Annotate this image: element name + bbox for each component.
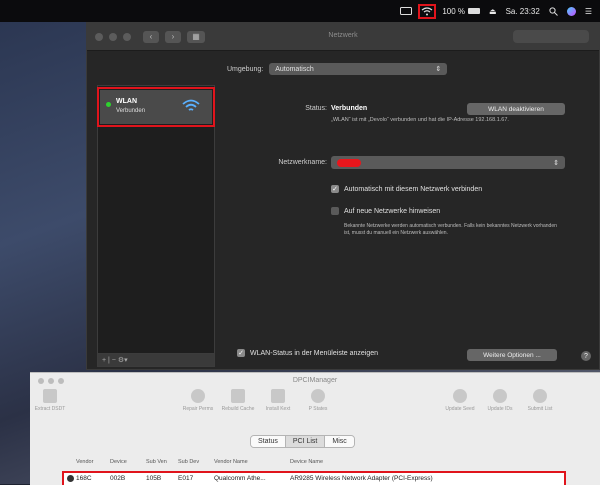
ask-new-networks-checkbox[interactable] bbox=[331, 207, 339, 215]
redacted-network-name bbox=[337, 158, 361, 167]
network-name-label: Netzwerkname: bbox=[278, 159, 327, 166]
battery-icon bbox=[468, 8, 481, 14]
back-button[interactable]: ‹ bbox=[143, 30, 159, 43]
service-status: Verbunden bbox=[116, 108, 146, 114]
column-header[interactable]: Vendor Name bbox=[214, 459, 248, 465]
table-cell: Qualcomm Athe... bbox=[214, 475, 266, 482]
auto-connect-row[interactable]: ✓ Automatisch mit diesem Netzwerk verbin… bbox=[331, 185, 482, 193]
tab-pci-list[interactable]: PCI List bbox=[285, 436, 326, 447]
ask-new-networks-label: Auf neue Netzwerke hinweisen bbox=[344, 207, 441, 215]
status-value: Verbunden bbox=[331, 105, 368, 112]
status-description: „WLAN“ ist mit „Devolo“ verbunden und ha… bbox=[331, 117, 509, 123]
repair-perms-button[interactable]: Repair Perms bbox=[178, 389, 218, 412]
column-header[interactable]: Sub Ven bbox=[146, 459, 167, 465]
tab-bar: Status PCI List Misc bbox=[250, 435, 355, 448]
clock[interactable]: Sa. 23:32 bbox=[506, 7, 540, 16]
select-arrows-icon: ⇕ bbox=[435, 66, 442, 73]
network-name-select[interactable]: ⇕ bbox=[331, 156, 565, 169]
column-header[interactable]: Vendor bbox=[76, 459, 93, 465]
zoom-button[interactable] bbox=[123, 32, 131, 41]
tool-label: Submit List bbox=[527, 406, 553, 412]
network-preferences-window: ‹ › ▦ Netzwerk Umgebung: Automatisch ⇕ W… bbox=[86, 22, 600, 370]
location-row: Umgebung: Automatisch ⇕ bbox=[227, 63, 448, 75]
dpc-window-title: DPCIManager bbox=[292, 377, 338, 384]
wifi-icon bbox=[182, 99, 200, 111]
service-item-wlan[interactable]: WLAN Verbunden bbox=[97, 87, 215, 127]
tool-label: Update Seed bbox=[445, 406, 475, 412]
menu-bar: 100 % ⏏ Sa. 23:32 ☰ bbox=[0, 0, 600, 22]
battery-status[interactable]: 100 % bbox=[442, 6, 481, 16]
siri-icon[interactable] bbox=[566, 6, 576, 16]
battery-percent: 100 % bbox=[442, 6, 466, 16]
extract-dsdt-button[interactable]: Extract DSDT bbox=[30, 389, 70, 412]
display-icon[interactable] bbox=[400, 6, 413, 16]
tool-label: Install Kext bbox=[265, 406, 291, 412]
tool-label: Repair Perms bbox=[182, 406, 214, 412]
location-select[interactable]: Automatisch ⇕ bbox=[269, 63, 448, 75]
table-cell: 002B bbox=[110, 475, 126, 482]
close-button[interactable] bbox=[95, 32, 103, 41]
table-header: Vendor Device Sub Ven Sub Dev Vendor Nam… bbox=[64, 459, 564, 469]
ask-new-networks-row[interactable]: Auf neue Netzwerke hinweisen bbox=[331, 207, 440, 215]
eject-icon[interactable]: ⏏ bbox=[489, 7, 497, 16]
auto-connect-checkbox[interactable]: ✓ bbox=[331, 185, 339, 193]
wlan-deactivate-button[interactable]: WLAN deaktivieren bbox=[467, 103, 565, 115]
tool-label: P States bbox=[308, 406, 328, 412]
kext-icon bbox=[271, 389, 285, 403]
wifi-menu-icon[interactable] bbox=[418, 3, 437, 19]
location-value: Automatisch bbox=[275, 65, 314, 73]
spotlight-search-icon[interactable] bbox=[549, 6, 558, 16]
table-cell: 168C bbox=[76, 475, 92, 482]
service-name: WLAN bbox=[116, 98, 137, 105]
dpcimanager-window: DPCIManager Extract DSDT Repair Perms Re… bbox=[30, 372, 600, 485]
forward-button[interactable]: › bbox=[165, 30, 181, 43]
globe-icon bbox=[493, 389, 507, 403]
table-cell: AR9285 Wireless Network Adapter (PCI-Exp… bbox=[290, 475, 433, 482]
auto-connect-label: Automatisch mit diesem Netzwerk verbinde… bbox=[344, 185, 483, 193]
column-header[interactable]: Device bbox=[110, 459, 127, 465]
location-label: Umgebung: bbox=[227, 65, 264, 73]
tool-label: Update IDs bbox=[487, 406, 513, 412]
table-cell: E017 bbox=[178, 475, 194, 482]
globe-icon bbox=[453, 389, 467, 403]
tool-label: Extract DSDT bbox=[34, 406, 66, 412]
notification-center-icon[interactable]: ☰ bbox=[585, 7, 592, 16]
update-seed-button[interactable]: Update Seed bbox=[440, 389, 480, 412]
update-ids-button[interactable]: Update IDs bbox=[480, 389, 520, 412]
show-in-menubar-label: WLAN-Status in der Menüleiste anzeigen bbox=[250, 349, 379, 357]
column-header[interactable]: Sub Dev bbox=[178, 459, 199, 465]
rebuild-cache-button[interactable]: Rebuild Cache bbox=[218, 389, 258, 412]
table-row[interactable]: 168C 002B 105B E017 Qualcomm Athe... AR9… bbox=[62, 471, 566, 485]
tool-label: Rebuild Cache bbox=[221, 406, 255, 412]
gear-icon bbox=[191, 389, 205, 403]
service-list-controls[interactable]: + | − ⚙▾ bbox=[97, 353, 215, 367]
selected-row-icon bbox=[67, 475, 74, 482]
submit-list-button[interactable]: Submit List bbox=[520, 389, 560, 412]
status-label: Status: bbox=[305, 105, 327, 112]
minimize-button[interactable] bbox=[109, 32, 117, 41]
show-in-menubar-checkbox[interactable]: ✓ bbox=[237, 349, 245, 357]
chip-icon bbox=[43, 389, 57, 403]
ask-new-networks-hint: Bekannte Netzwerke werden automatisch ve… bbox=[344, 223, 557, 236]
service-list: WLAN Verbunden bbox=[97, 85, 215, 357]
tab-status[interactable]: Status bbox=[251, 436, 286, 447]
power-icon bbox=[311, 389, 325, 403]
select-arrows-icon: ⇕ bbox=[553, 159, 559, 167]
show-in-menubar-row[interactable]: ✓ WLAN-Status in der Menüleiste anzeigen bbox=[237, 349, 378, 357]
help-button[interactable]: ? bbox=[581, 351, 591, 361]
p-states-button[interactable]: P States bbox=[298, 389, 338, 412]
tab-misc[interactable]: Misc bbox=[325, 436, 354, 447]
cache-icon bbox=[231, 389, 245, 403]
more-options-button[interactable]: Weitere Optionen ... bbox=[467, 349, 557, 361]
status-dot-icon bbox=[106, 102, 111, 107]
search-field[interactable] bbox=[513, 30, 589, 43]
install-kext-button[interactable]: Install Kext bbox=[258, 389, 298, 412]
show-all-grid-icon[interactable]: ▦ bbox=[187, 30, 205, 43]
column-header[interactable]: Device Name bbox=[290, 459, 323, 465]
table-cell: 105B bbox=[146, 475, 162, 482]
globe-icon bbox=[533, 389, 547, 403]
